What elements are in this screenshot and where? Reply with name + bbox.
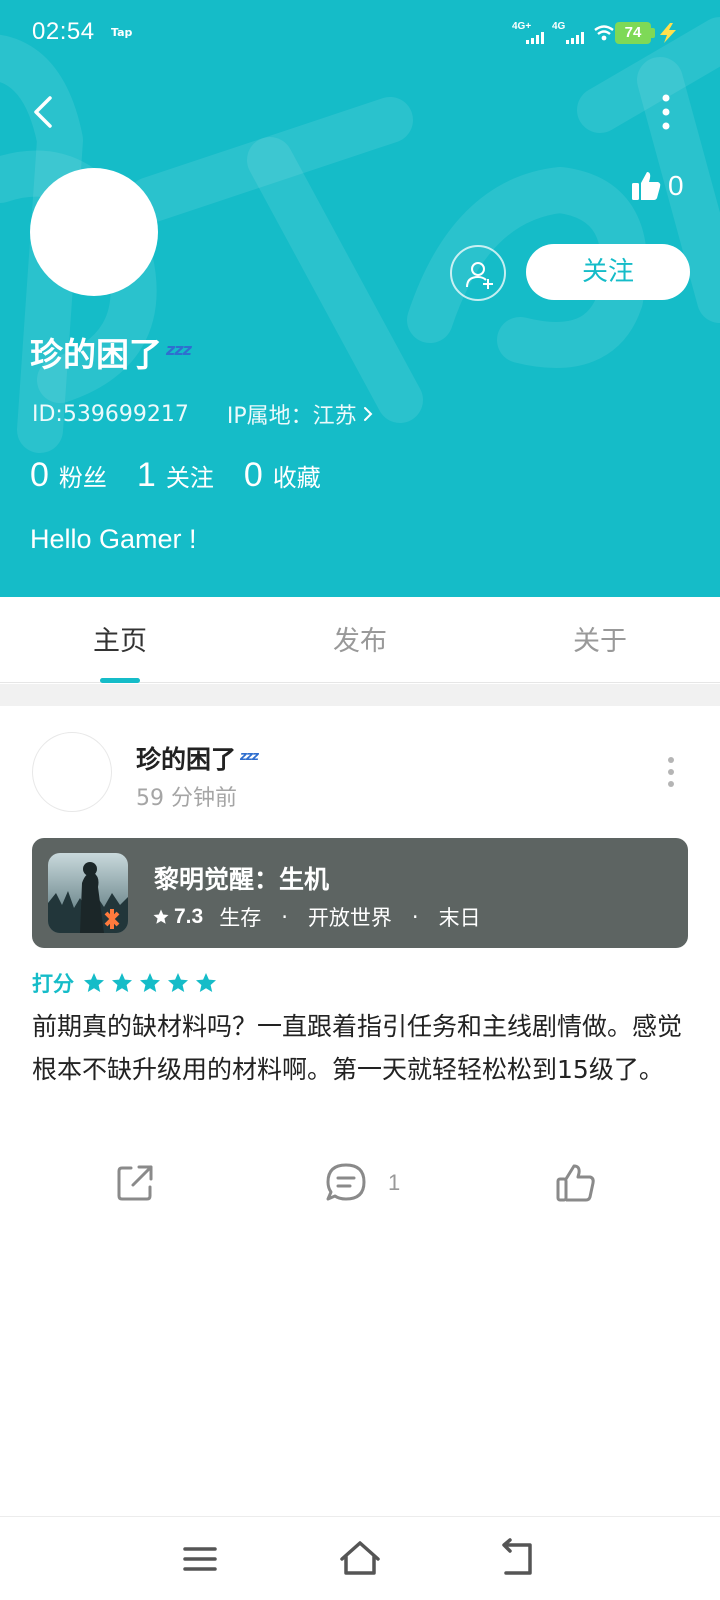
stat-number: 0 xyxy=(243,456,263,494)
charging-icon xyxy=(660,23,676,43)
status-bar: 02:54 Tap 4G+ 4G 74 xyxy=(0,0,720,66)
section-divider xyxy=(0,684,720,706)
share-icon xyxy=(117,1165,153,1201)
score-row: 打分 xyxy=(32,968,218,998)
comment-count: 1 xyxy=(388,1170,401,1195)
comment-button[interactable]: 1 xyxy=(324,1158,400,1208)
user-id: ID:539699217 xyxy=(32,401,189,427)
star-icon xyxy=(84,973,104,992)
stat-number: 0 xyxy=(30,456,49,494)
more-vertical-icon xyxy=(668,757,674,787)
battery-indicator: 74 xyxy=(615,22,651,44)
nickname-row: 珍的困了 zzz xyxy=(30,328,192,376)
profile-meta: ID:539699217 IP属地：江苏 xyxy=(32,398,373,430)
stat-label: 粉丝 xyxy=(58,464,107,492)
star-icon xyxy=(196,973,216,992)
post-timestamp: 59 分钟前 xyxy=(136,786,237,811)
stat-followers[interactable]: 0 粉丝 xyxy=(30,456,107,495)
nav-back-button[interactable] xyxy=(496,1537,544,1581)
thumb-up-icon xyxy=(556,1164,595,1202)
chevron-right-icon xyxy=(363,407,373,421)
star-icon xyxy=(112,973,132,992)
profile-bio: Hello Gamer ! xyxy=(30,524,197,554)
tab-about[interactable]: 关于 xyxy=(480,597,720,683)
review-text: 前期真的缺材料吗？一直跟着指引任务和主线剧情做。感觉根本不缺升级用的材料啊。第一… xyxy=(32,1012,683,1084)
status-app-tag: Tap xyxy=(111,26,133,39)
profile-avatar[interactable] xyxy=(30,168,158,296)
wifi-icon xyxy=(594,25,614,41)
game-meta: 7.3 生存 · 开放世界 · 末日 xyxy=(152,902,481,932)
sleep-emoji-icon: zzz xyxy=(166,340,192,359)
profile-header: 02:54 Tap 4G+ 4G 74 0 关注 珍的困了 zzz ID:539… xyxy=(0,0,720,597)
profile-likes[interactable]: 0 xyxy=(630,170,684,202)
nav-home-button[interactable] xyxy=(336,1537,384,1581)
sleep-emoji-icon: zzz xyxy=(240,749,259,763)
profile-stats: 0 粉丝 1 关注 0 收藏 xyxy=(30,456,351,495)
comment-icon xyxy=(326,1163,366,1201)
return-icon xyxy=(502,1538,532,1575)
profile-tabs: 主页 发布 关于 xyxy=(0,597,720,683)
stat-number: 1 xyxy=(136,456,156,494)
more-vertical-icon xyxy=(662,94,670,130)
game-tag: 末日 xyxy=(438,906,481,930)
back-icon xyxy=(34,96,52,128)
active-tab-indicator xyxy=(100,678,140,683)
post-author-name[interactable]: 珍的困了 xyxy=(136,740,236,776)
nav-menu-button[interactable] xyxy=(176,1537,224,1581)
ip-location-link[interactable]: IP属地：江苏 xyxy=(227,398,373,430)
status-time: 02:54 xyxy=(32,18,95,45)
game-tag: 生存 xyxy=(219,906,262,930)
game-tag: 开放世界 xyxy=(307,906,392,930)
signal-2-label: 4G xyxy=(552,21,566,32)
share-button[interactable] xyxy=(114,1158,156,1208)
battery-tip xyxy=(651,28,655,38)
stat-following[interactable]: 1 关注 xyxy=(137,456,214,495)
tab-home[interactable]: 主页 xyxy=(0,597,240,683)
add-friend-button[interactable] xyxy=(450,245,506,301)
tag-separator: · xyxy=(281,905,288,929)
stat-favorites[interactable]: 0 收藏 xyxy=(244,456,321,495)
system-navigation-bar xyxy=(0,1516,720,1600)
tab-posts[interactable]: 发布 xyxy=(240,597,480,683)
signal-1-label: 4G+ xyxy=(512,21,532,32)
ip-location: IP属地：江苏 xyxy=(226,404,357,429)
stat-label: 收藏 xyxy=(272,464,321,492)
post-author-avatar[interactable] xyxy=(32,732,112,812)
post-more-button[interactable] xyxy=(656,752,686,792)
back-button[interactable] xyxy=(26,90,66,134)
more-options-button[interactable] xyxy=(646,90,686,134)
like-button[interactable] xyxy=(555,1158,597,1208)
score-label: 打分 xyxy=(32,972,74,996)
post-author-row: 珍的困了 zzz xyxy=(136,740,259,776)
star-icon xyxy=(168,973,188,992)
profile-nickname: 珍的困了 xyxy=(30,335,162,374)
menu-icon xyxy=(183,1547,217,1571)
game-title: 黎明觉醒：生机 xyxy=(154,865,330,894)
star-icon xyxy=(153,909,169,924)
score-stars xyxy=(82,971,218,995)
game-rating: 7.3 xyxy=(174,905,204,928)
post-actions: 1 xyxy=(0,1158,720,1208)
stat-label: 关注 xyxy=(165,464,214,492)
game-icon xyxy=(48,853,128,933)
thumb-up-icon xyxy=(632,172,661,200)
star-icon xyxy=(140,973,160,992)
likes-count: 0 xyxy=(668,170,684,201)
follow-button[interactable]: 关注 xyxy=(526,244,690,300)
home-icon xyxy=(340,1541,380,1575)
add-user-icon xyxy=(466,262,493,289)
game-card[interactable]: 黎明觉醒：生机 7.3 生存 · 开放世界 · 末日 xyxy=(32,838,688,948)
tag-separator: · xyxy=(411,905,419,929)
